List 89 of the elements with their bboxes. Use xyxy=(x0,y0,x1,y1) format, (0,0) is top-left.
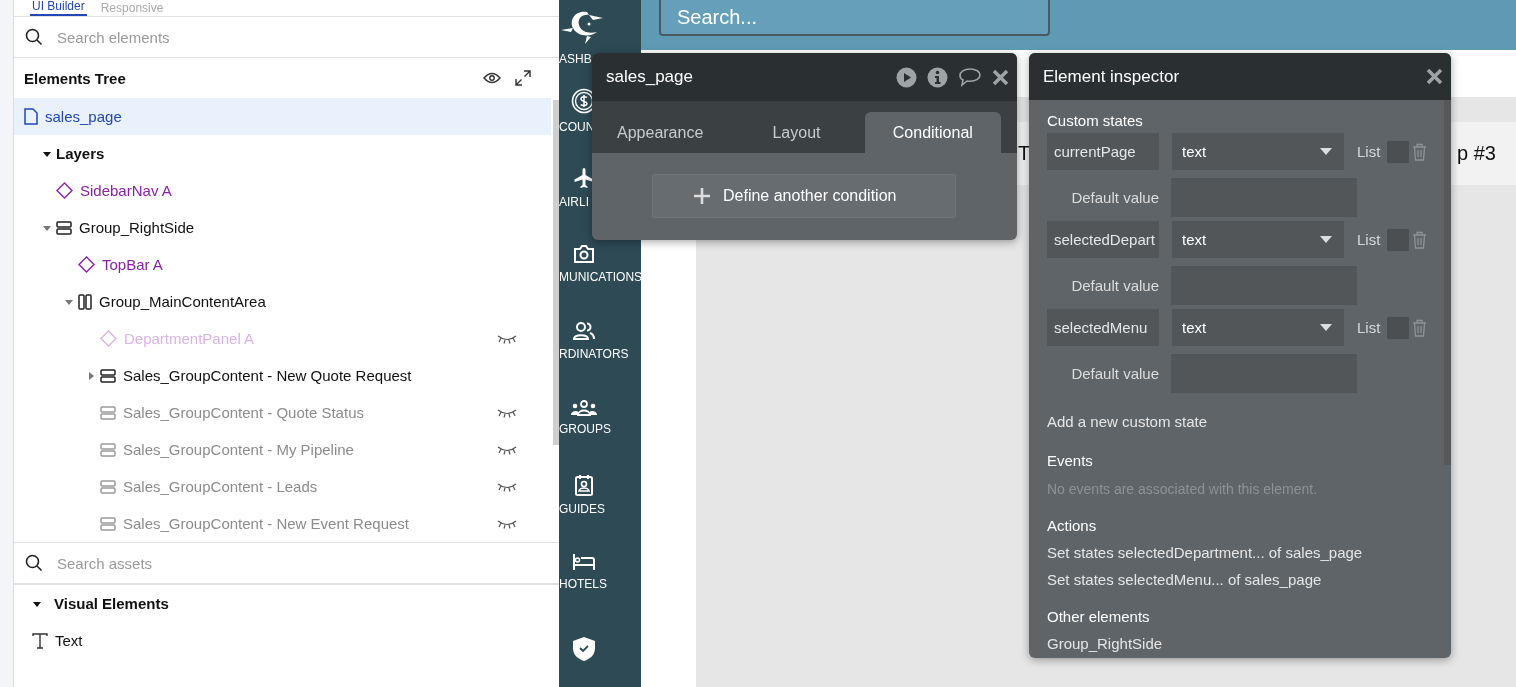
state-name-field[interactable]: selectedMenu xyxy=(1047,309,1159,346)
eye-icon[interactable] xyxy=(483,72,501,84)
close-icon[interactable] xyxy=(1426,68,1443,85)
eye-closed-icon[interactable] xyxy=(497,481,517,492)
panel-title: sales_page xyxy=(606,67,694,87)
camera-icon[interactable] xyxy=(573,244,595,265)
search-icon xyxy=(25,28,43,46)
builder-tab[interactable]: UI Builder xyxy=(30,0,87,16)
state-name-field[interactable]: currentPage xyxy=(1047,133,1159,170)
tree-item[interactable]: TopBar A xyxy=(14,246,551,283)
stacked-rows-icon xyxy=(100,479,116,494)
airplane-icon[interactable] xyxy=(573,166,595,189)
panel-tab[interactable]: Appearance xyxy=(592,112,729,153)
action-link[interactable]: Set states selectedMenu... of sales_page xyxy=(1047,571,1322,588)
stacked-rows-icon xyxy=(100,442,116,457)
search-field[interactable]: Search... xyxy=(659,0,1050,36)
type-dropdown[interactable]: text xyxy=(1172,309,1344,346)
caret-right-icon[interactable] xyxy=(86,370,96,381)
text-icon xyxy=(32,632,48,649)
people-icon[interactable] xyxy=(572,321,596,342)
caret-down-icon xyxy=(1320,324,1332,331)
panel-tab[interactable]: Conditional xyxy=(864,112,1001,153)
section-heading: Events xyxy=(1047,452,1093,469)
caret-down-icon xyxy=(1320,148,1332,155)
asset-item[interactable]: Text xyxy=(14,622,559,659)
add-state-link[interactable]: Add a new custom state xyxy=(1047,413,1208,430)
diamond-icon xyxy=(56,182,73,199)
bed-icon[interactable] xyxy=(572,552,596,571)
expand-icon[interactable] xyxy=(515,70,531,86)
nav-label[interactable]: MUNICATIONS xyxy=(559,270,641,285)
tree-item[interactable]: Layers xyxy=(14,135,551,172)
list-label: List xyxy=(1357,143,1381,160)
id-badge-icon[interactable] xyxy=(574,473,594,496)
type-dropdown[interactable]: text xyxy=(1172,133,1344,170)
tree-item[interactable]: Group_RightSide xyxy=(14,209,551,246)
stacked-rows-icon xyxy=(100,368,116,383)
nav-label[interactable]: AIRLI xyxy=(559,194,589,209)
section-heading: Actions xyxy=(1047,517,1097,534)
action-link[interactable]: Set states selectedDepartment... of sales_page xyxy=(1047,544,1363,561)
nav-label[interactable]: RDINATORS xyxy=(559,347,629,362)
scrollbar[interactable] xyxy=(553,100,559,445)
nav-label[interactable]: HOTELS xyxy=(559,576,607,591)
play-icon[interactable] xyxy=(896,66,917,88)
panel-title: Elements Tree xyxy=(24,69,127,87)
tree-item[interactable]: Group_MainContentArea xyxy=(14,283,551,320)
tree-item[interactable]: SidebarNav A xyxy=(14,172,551,209)
search-assets-field[interactable]: Search assets xyxy=(55,553,459,573)
section-heading: Other elements xyxy=(1047,608,1150,625)
panel-tab[interactable]: Layout xyxy=(728,112,865,153)
diamond-icon xyxy=(78,256,95,273)
list-label: List xyxy=(1357,319,1381,336)
info-icon[interactable] xyxy=(927,66,948,88)
eye-closed-icon[interactable] xyxy=(497,444,517,455)
close-icon[interactable] xyxy=(992,68,1009,86)
tree-item[interactable]: Sales_GroupContent - New Quote Request xyxy=(14,357,551,394)
search-elements-field[interactable]: Search elements xyxy=(55,27,459,47)
panel-title: Element inspector xyxy=(1043,66,1181,87)
field-label: Default value xyxy=(1070,189,1159,206)
eye-closed-icon[interactable] xyxy=(497,407,517,418)
eye-closed-icon[interactable] xyxy=(497,333,517,344)
field-label: Default value xyxy=(1070,277,1159,294)
columns-icon xyxy=(78,293,92,310)
diamond-icon xyxy=(100,330,117,347)
state-name-field[interactable]: selectedDepart xyxy=(1047,221,1159,258)
scrollbar[interactable] xyxy=(1444,100,1451,465)
define-condition-button[interactable]: Define another condition xyxy=(652,174,956,218)
nav-label[interactable]: GROUPS xyxy=(559,422,611,437)
group-icon[interactable] xyxy=(571,400,597,417)
section-header[interactable]: Visual Elements xyxy=(14,585,559,622)
tree-item[interactable]: sales_page xyxy=(14,98,551,135)
section-heading: Custom states xyxy=(1047,112,1143,129)
stacked-rows-icon xyxy=(100,516,116,531)
page-icon xyxy=(24,108,38,125)
nav-label[interactable]: GUIDES xyxy=(559,501,605,516)
search-icon xyxy=(25,554,43,572)
eye-closed-icon[interactable] xyxy=(497,518,517,529)
canvas-text: T xyxy=(1018,142,1031,165)
canvas-text: p #3 xyxy=(1457,142,1496,165)
caret-down-icon xyxy=(1320,236,1332,243)
stacked-rows-icon xyxy=(100,405,116,420)
field-label: Default value xyxy=(1070,365,1159,382)
plus-icon xyxy=(693,187,711,205)
comment-icon[interactable] xyxy=(958,67,982,87)
element-link[interactable]: Group_RightSide xyxy=(1047,635,1163,652)
type-dropdown[interactable]: text xyxy=(1172,221,1344,258)
shield-check-icon[interactable] xyxy=(572,635,596,662)
nav-label[interactable]: ASHB xyxy=(559,52,592,66)
list-label: List xyxy=(1357,231,1381,248)
stacked-rows-icon xyxy=(56,220,72,235)
